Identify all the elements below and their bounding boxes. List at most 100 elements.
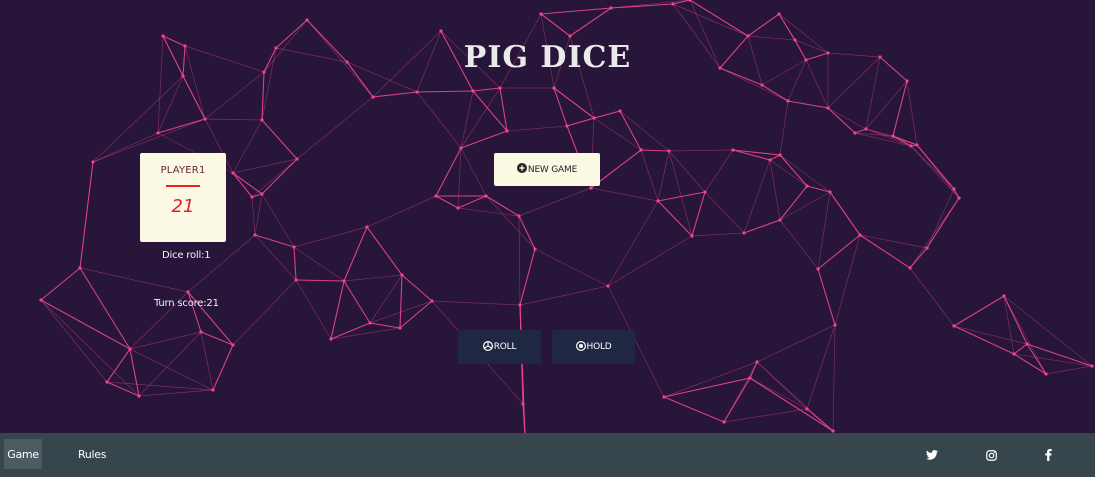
network-node [639,148,643,152]
network-line [254,193,263,236]
network-node [329,337,333,341]
network-line [569,7,612,37]
network-node [565,124,569,128]
network-line [817,268,836,326]
network-line [295,279,332,340]
network-line [953,325,1028,345]
network-line [79,267,131,350]
network-line [806,185,831,193]
network-node [552,86,556,90]
network-node [186,290,190,294]
nav-item-game[interactable]: Game [4,439,42,469]
network-node [592,116,596,120]
network-node [398,326,402,330]
network-node [618,109,622,113]
network-line [926,188,955,249]
network-line [779,219,819,270]
network-line [817,234,861,270]
network-node [253,233,257,237]
network-line [330,280,345,340]
network-line [518,215,536,250]
network-line [330,327,401,340]
network-line [657,150,670,202]
network-node [667,149,671,153]
network-line [435,195,459,209]
network-node [260,192,264,196]
network-line [704,149,734,193]
network-line [663,396,725,423]
network-node [1090,364,1094,368]
footer-navbar: Game Rules [0,433,1095,477]
network-line [953,295,1005,327]
network-line [40,299,131,350]
game-title: PIG DICE [463,40,632,75]
network-line [204,118,263,121]
instagram-icon[interactable] [981,445,1001,465]
stop-circle-icon [575,340,586,354]
network-node [746,34,750,38]
network-line [106,348,131,383]
network-line [200,331,214,391]
network-node [606,284,610,288]
facebook-icon[interactable] [1038,445,1058,465]
network-line [829,191,861,236]
network-line [910,145,960,199]
network-node [905,79,909,83]
network-line [232,119,263,174]
network-node [952,187,956,191]
network-line [261,119,298,160]
nav-item-rules[interactable]: Rules [78,439,106,469]
network-node [156,131,160,135]
network-line [892,135,912,147]
network-node [292,245,296,249]
network-line [1026,343,1047,375]
network-line [732,149,781,156]
network-node [662,395,666,399]
network-node [371,95,375,99]
network-node [517,214,521,218]
network-node [778,153,782,157]
network-line [553,87,595,119]
network-line [689,0,749,37]
roll-button[interactable]: ROLL [458,330,541,364]
network-node [703,190,707,194]
network-node [368,321,372,325]
network-node [342,279,346,283]
roll-label: ROLL [493,342,517,352]
network-line [749,377,834,432]
network-line [40,299,140,397]
network-line [953,325,1015,355]
network-line [431,300,521,306]
network-node [957,196,961,200]
network-line [756,324,836,363]
network-line [366,195,437,228]
network-node [690,234,694,238]
network-node [568,34,572,38]
network-line [619,110,670,152]
network-node [128,347,132,351]
network-line [806,324,836,410]
network-line [854,128,867,134]
network-node [722,420,726,424]
plus-circle-icon [516,163,527,176]
active-player-indicator [166,185,200,187]
network-line [1013,353,1093,367]
network-node [1002,294,1006,298]
network-line [769,159,808,187]
network-node [909,144,913,148]
network-node [484,194,488,198]
network-line [607,235,693,287]
network-node [539,12,543,16]
new-game-button[interactable]: NEW GAME [494,153,600,186]
network-node [400,273,404,277]
network-node [471,89,475,93]
hold-button[interactable]: HOLD [552,330,635,364]
network-node [891,134,895,138]
network-node [1025,342,1029,346]
network-line [343,280,371,324]
twitter-icon[interactable] [922,445,942,465]
network-line [832,324,836,432]
network-line [910,145,955,190]
network-node [533,247,537,251]
network-line [472,87,501,92]
